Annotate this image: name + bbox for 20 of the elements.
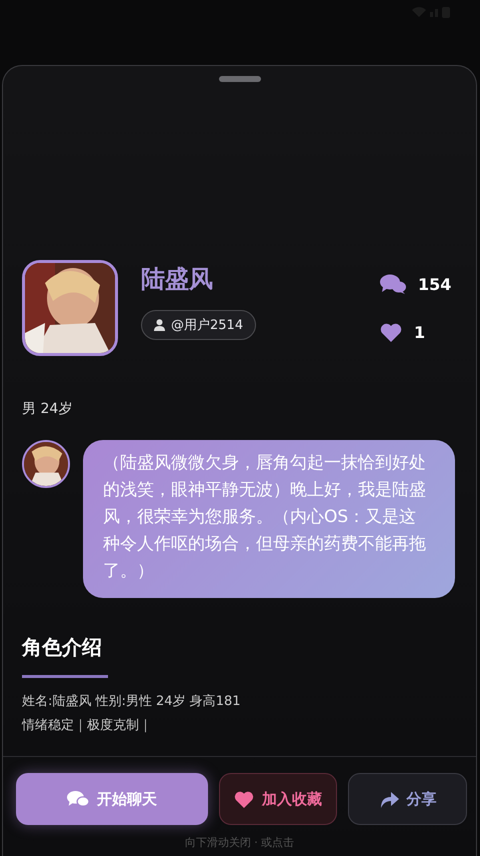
person-icon — [154, 319, 165, 331]
character-name: 陆盛风 — [141, 264, 214, 295]
share-icon — [378, 790, 399, 808]
stat-count: 1 — [414, 322, 426, 342]
stat-count: 154 — [418, 274, 450, 294]
creator-name: @用户2514 — [171, 317, 244, 334]
drag-handle[interactable] — [218, 76, 260, 82]
hint-text: 向下滑动关闭 · 或点击 — [184, 835, 296, 851]
greeting-message: （陆盛风微微欠身，唇角勾起一抹恰到好处的浅笑，眼神平静无波）晚上好，我是陆盛风，很荣幸为您服务。（内心OS：又是这种令人作呕的场合，但母亲的药费不能再拖了。） — [83, 440, 455, 598]
heart-icon — [234, 790, 254, 808]
favorite-button[interactable]: 加入收藏 — [218, 773, 338, 825]
creator-tag[interactable]: @用户2514 — [141, 310, 256, 340]
gender-age: 男 24岁 — [22, 400, 74, 418]
share-button[interactable]: 分享 — [348, 773, 467, 825]
chat-bubbles-icon — [380, 274, 406, 294]
section-title: 角色介绍 — [22, 634, 103, 661]
intro-text: 情绪稳定｜极度克制｜ — [22, 717, 153, 735]
intro-text: 姓名:陆盛风 性别:男性 24岁 身高181 — [22, 693, 242, 711]
heart-icon — [380, 322, 402, 342]
chat-bubbles-icon — [66, 790, 89, 808]
